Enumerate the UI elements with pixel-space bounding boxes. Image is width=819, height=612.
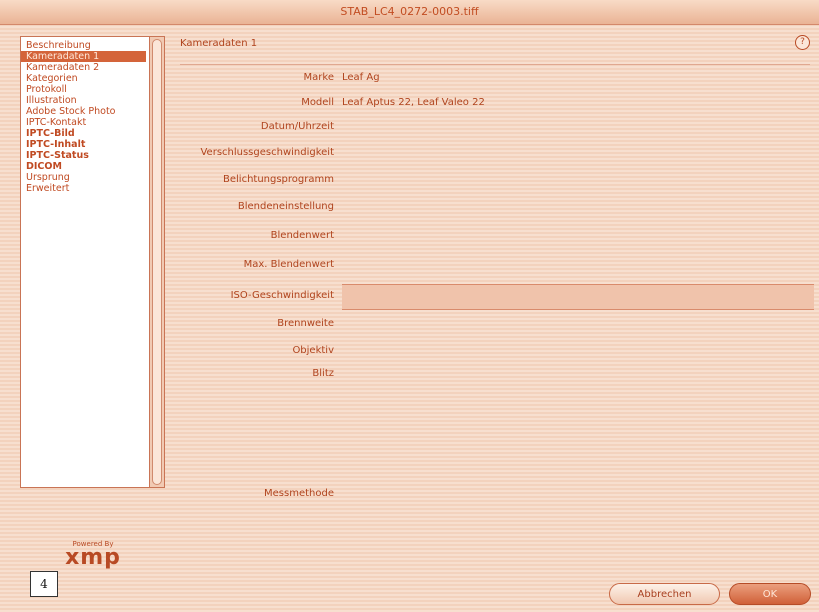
field-label-blendeneinstellung: Blendeneinstellung [237,201,334,212]
sidebar-item-kameradaten-1[interactable]: Kameradaten 1 [21,51,146,62]
window-title: STAB_LC4_0272-0003.tiff [340,5,479,18]
cancel-button[interactable]: Abbrechen [609,583,720,605]
sidebar-item-kategorien[interactable]: Kategorien [21,73,146,84]
sidebar-item-illustration[interactable]: Illustration [21,95,146,106]
scrollbar-thumb[interactable] [152,39,162,485]
field-label-objektiv: Objektiv [292,345,334,356]
sidebar-item-protokoll[interactable]: Protokoll [21,84,146,95]
field-value-modell[interactable]: Leaf Aptus 22, Leaf Valeo 22 [342,97,485,108]
field-label-messmethode: Messmethode [264,488,334,499]
field-label-marke: Marke [303,72,334,83]
sidebar-item-iptc-inhalt[interactable]: IPTC-Inhalt [21,139,146,150]
sidebar-scrollbar[interactable] [149,37,164,487]
field-label-brennweite: Brennweite [277,318,334,329]
category-list[interactable]: Beschreibung Kameradaten 1 Kameradaten 2… [20,36,165,488]
sidebar-item-iptc-status[interactable]: IPTC-Status [21,150,146,161]
section-divider [180,64,810,65]
sidebar-item-iptc-bild[interactable]: IPTC-Bild [21,128,146,139]
sidebar-item-dicom[interactable]: DICOM [21,161,146,172]
field-label-blendenwert: Blendenwert [270,230,334,241]
sidebar-item-iptc-kontakt[interactable]: IPTC-Kontakt [21,117,146,128]
field-label-iso-geschwindigkeit: ISO-Geschwindigkeit [230,290,334,301]
page-number-badge: 4 [30,571,58,597]
section-title: Kameradaten 1 [180,38,258,49]
sidebar-item-erweitert[interactable]: Erweitert [21,183,146,194]
help-icon[interactable]: ? [795,35,810,50]
sidebar-item-adobe-stock-photo[interactable]: Adobe Stock Photo [21,106,146,117]
field-label-max-blendenwert: Max. Blendenwert [243,259,334,270]
field-label-modell: Modell [301,97,334,108]
xmp-logo: Powered By xmp [58,540,128,570]
window-title-bar[interactable]: STAB_LC4_0272-0003.tiff [0,0,819,25]
field-label-blitz: Blitz [312,368,334,379]
sidebar-item-beschreibung[interactable]: Beschreibung [21,40,146,51]
field-label-belichtungsprogramm: Belichtungsprogramm [223,174,334,185]
field-label-datum-uhrzeit: Datum/Uhrzeit [260,121,334,132]
logo-big-text: xmp [65,545,121,570]
iso-speed-highlight-row[interactable] [342,284,814,310]
sidebar-item-ursprung[interactable]: Ursprung [21,172,146,183]
sidebar-item-kameradaten-2[interactable]: Kameradaten 2 [21,62,146,73]
field-value-marke[interactable]: Leaf Ag [342,72,380,83]
field-label-verschlussgeschwindigkeit: Verschlussgeschwindigkeit [200,147,334,158]
ok-button[interactable]: OK [729,583,811,605]
